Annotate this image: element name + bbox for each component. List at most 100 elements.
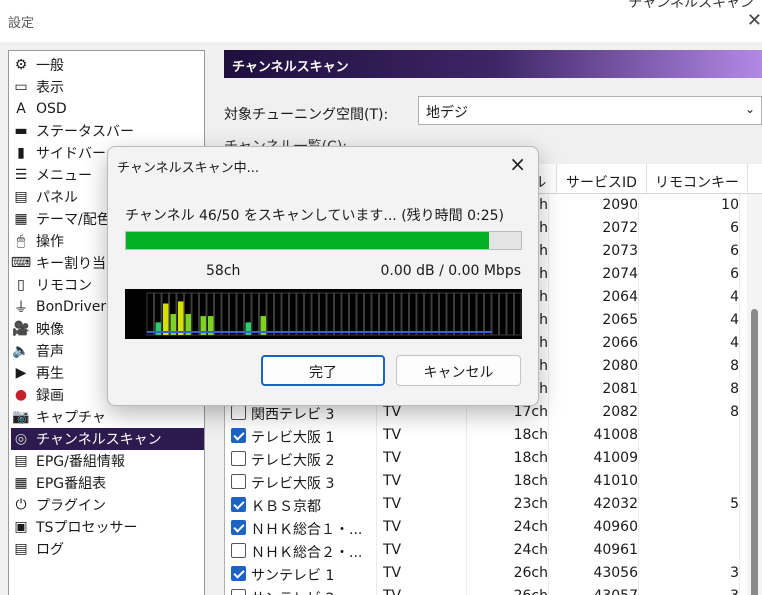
channel-checkbox[interactable] bbox=[231, 543, 246, 558]
sidebar-item-label: キャプチャ bbox=[36, 410, 106, 426]
cell-sid: 2065 bbox=[557, 309, 639, 332]
tuning-space-label: 対象チューニング空間(T): bbox=[224, 107, 389, 123]
channel-checkbox[interactable] bbox=[231, 589, 246, 595]
tuning-space-select[interactable]: 地デジ ⌄ bbox=[418, 96, 762, 125]
graph-slot bbox=[446, 292, 454, 336]
table-row[interactable]: テレビ大阪 1 TV 18ch 41008 bbox=[225, 424, 748, 447]
table-row[interactable]: ＫＢＳ京都 TV 23ch 42032 5 bbox=[225, 493, 748, 516]
window-titlebar: チャンネルスキャン 設定 ✕ bbox=[0, 0, 762, 42]
cell-name: ＮＨＫ総合２・... bbox=[251, 539, 377, 562]
graph-slot bbox=[341, 292, 349, 336]
table-row[interactable]: ＮＨＫ総合２・... TV 24ch 40961 bbox=[225, 539, 748, 562]
sidebar-item[interactable]: 📷 キャプチャ bbox=[11, 406, 204, 428]
channel-checkbox[interactable] bbox=[231, 405, 246, 420]
gear-icon: ⚙ bbox=[14, 57, 28, 73]
channel-checkbox[interactable] bbox=[231, 566, 246, 581]
graph-slot bbox=[349, 292, 357, 336]
sidebar-item[interactable]: ▤ EPG/番組情報 bbox=[11, 450, 204, 472]
column-header[interactable]: サービスID bbox=[557, 164, 647, 194]
sidebar-item-label: ステータスバー bbox=[36, 124, 134, 140]
cell-key: 6 bbox=[647, 263, 740, 286]
sidebar-item[interactable]: ▭ 表示 bbox=[11, 76, 204, 98]
scrollbar-thumb[interactable] bbox=[751, 309, 758, 595]
cell-sid: 2064 bbox=[557, 286, 639, 309]
channel-checkbox[interactable] bbox=[231, 497, 246, 512]
menu-icon: ☰ bbox=[14, 167, 28, 183]
graph-slot bbox=[289, 292, 297, 336]
background-window-title: チャンネルスキャン bbox=[628, 0, 754, 11]
channel-list-scrollbar[interactable] bbox=[747, 194, 762, 595]
cell-key: 4 bbox=[647, 286, 740, 309]
cell-ch: 18ch bbox=[467, 447, 549, 470]
graph-slot bbox=[461, 292, 469, 336]
cell-ch: 24ch bbox=[467, 516, 549, 539]
cancel-button[interactable]: キャンセル bbox=[396, 355, 521, 386]
dialog-close-icon[interactable]: × bbox=[509, 152, 526, 176]
table-row[interactable]: テレビ大阪 3 TV 18ch 41010 bbox=[225, 470, 748, 493]
record-icon: ● bbox=[14, 387, 28, 403]
cell-sid: 40961 bbox=[557, 539, 639, 562]
sidebar-item[interactable]: ⏻ プラグイン bbox=[11, 494, 204, 516]
sidebar-item-label: EPG/番組情報 bbox=[36, 454, 125, 470]
sidebar-item[interactable]: ⚙ 一般 bbox=[11, 54, 204, 76]
cell-sid: 41010 bbox=[557, 470, 639, 493]
sidebar-item[interactable]: A OSD bbox=[11, 98, 204, 120]
table-row[interactable]: テレビ大阪 2 TV 18ch 41009 bbox=[225, 447, 748, 470]
cell-key: 8 bbox=[647, 378, 740, 401]
signal-readout: 0.00 dB / 0.00 Mbps bbox=[380, 263, 522, 279]
cell-key: 8 bbox=[647, 401, 740, 424]
graph-slot bbox=[304, 292, 312, 336]
sidebar-icon: ▮ bbox=[17, 145, 25, 161]
graph-slot bbox=[469, 292, 477, 336]
cell-sid: 2090 bbox=[557, 194, 639, 217]
cell-type: TV bbox=[383, 493, 467, 516]
channel-checkbox[interactable] bbox=[231, 520, 246, 535]
dialog-title: チャンネルスキャン中... bbox=[117, 161, 260, 176]
channel-checkbox[interactable] bbox=[231, 428, 246, 443]
graph-slot bbox=[236, 292, 244, 336]
sidebar-item[interactable]: ▦ EPG番組表 bbox=[11, 472, 204, 494]
cell-sid: 41009 bbox=[557, 447, 639, 470]
sidebar-item-label: EPG番組表 bbox=[36, 476, 107, 492]
sidebar-item-label: 再生 bbox=[36, 366, 64, 382]
sidebar-item[interactable]: ▣ TSプロセッサー bbox=[11, 516, 204, 538]
column-header[interactable]: リモコンキー bbox=[647, 164, 748, 194]
graph-slot bbox=[499, 292, 507, 336]
statusbar-icon: ▬ bbox=[14, 123, 28, 139]
signal-bar bbox=[178, 301, 184, 335]
table-row[interactable]: ＮＨＫ総合１・... TV 24ch 40960 bbox=[225, 516, 748, 539]
sidebar-item[interactable]: ▤ ログ bbox=[11, 538, 204, 560]
cell-type: TV bbox=[383, 539, 467, 562]
cell-sid: 42032 bbox=[557, 493, 639, 516]
sidebar-item[interactable]: ◎ チャンネルスキャン bbox=[11, 428, 204, 450]
cell-sid: 2066 bbox=[557, 332, 639, 355]
sidebar-item-label: TSプロセッサー bbox=[36, 520, 138, 536]
cell-name: サンテレビ 1 bbox=[251, 562, 377, 585]
video-camera-icon: 🎥 bbox=[12, 321, 30, 337]
disc-icon: ◎ bbox=[14, 431, 28, 447]
graph-slot bbox=[401, 292, 409, 336]
channel-checkbox[interactable] bbox=[231, 474, 246, 489]
graph-slot bbox=[251, 292, 259, 336]
table-row[interactable]: サンテレビ 1 TV 26ch 43056 3 bbox=[225, 562, 748, 585]
sidebar-item-label: プラグイン bbox=[36, 498, 106, 514]
graph-slot bbox=[191, 292, 199, 336]
cell-type: TV bbox=[383, 424, 467, 447]
cell-ch: 23ch bbox=[467, 493, 549, 516]
table-row[interactable]: サンテレビ 2 TV26ch 43057 3 bbox=[225, 585, 748, 595]
graph-slot bbox=[364, 292, 372, 336]
graph-slot bbox=[386, 292, 394, 336]
sidebar-item-label: BonDriver bbox=[36, 299, 107, 315]
graph-slot bbox=[491, 292, 499, 336]
finish-button[interactable]: 完了 bbox=[261, 355, 385, 386]
cell-ch: 26ch bbox=[467, 562, 549, 585]
cell-key: 4 bbox=[647, 332, 740, 355]
window-close-icon[interactable]: ✕ bbox=[747, 10, 762, 31]
channel-checkbox[interactable] bbox=[231, 451, 246, 466]
sidebar-item[interactable]: ▬ ステータスバー bbox=[11, 120, 204, 142]
signal-bar bbox=[163, 303, 169, 335]
mouse-icon: 🖱 bbox=[16, 233, 26, 249]
cell-key bbox=[647, 516, 740, 539]
signal-level-graph bbox=[125, 289, 522, 339]
graph-slot bbox=[484, 292, 492, 336]
